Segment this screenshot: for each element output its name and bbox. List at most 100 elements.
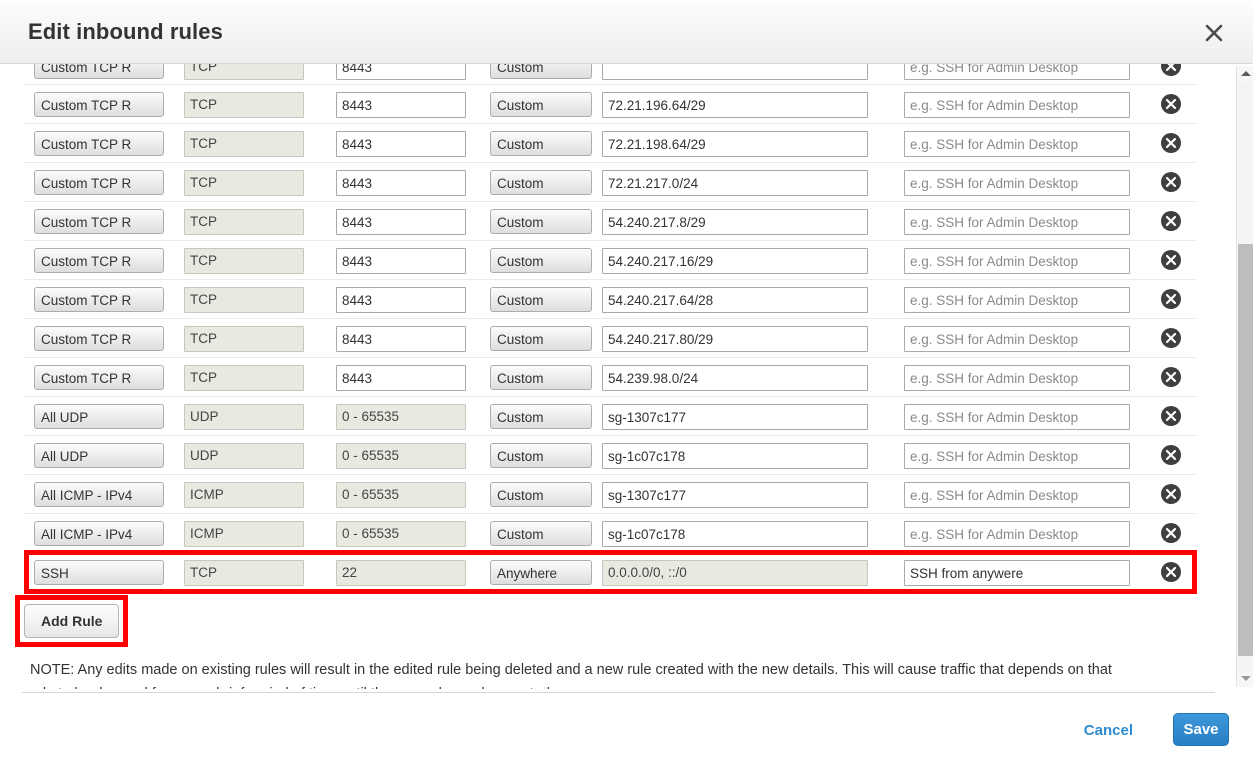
delete-circle-icon[interactable] <box>1160 288 1182 310</box>
chevron-up-icon[interactable] <box>1237 66 1253 82</box>
cidr-input-2[interactable] <box>602 170 868 196</box>
rule-type-cell: SSH <box>34 560 164 585</box>
description-input-2[interactable] <box>904 170 1130 196</box>
port-input-top[interactable] <box>336 64 466 80</box>
vertical-scrollbar[interactable] <box>1236 66 1253 687</box>
delete-circle-icon[interactable] <box>1160 405 1182 427</box>
source-select-2[interactable]: Custom <box>490 170 592 195</box>
source-select-9[interactable]: Custom <box>490 443 592 468</box>
port-input-4[interactable] <box>336 248 466 274</box>
port-range-cell <box>336 64 466 80</box>
scrollbar-thumb[interactable] <box>1238 244 1253 656</box>
description-input-top[interactable] <box>904 64 1130 80</box>
table-row: Custom TCP R TCP Custom <box>24 124 1196 163</box>
type-select-1[interactable]: Custom TCP R <box>34 131 164 156</box>
type-select-5[interactable]: Custom TCP R <box>34 287 164 312</box>
port-input-2[interactable] <box>336 170 466 196</box>
type-select-4-label: Custom TCP R <box>41 254 132 269</box>
cidr-input-5[interactable] <box>602 287 868 313</box>
delete-circle-icon[interactable] <box>1160 171 1182 193</box>
description-input-7[interactable] <box>904 365 1130 391</box>
close-icon[interactable] <box>1199 18 1229 48</box>
port-input-5[interactable] <box>336 287 466 313</box>
source-select-6[interactable]: Custom <box>490 326 592 351</box>
delete-circle-icon[interactable] <box>1160 483 1182 505</box>
source-select-10[interactable]: Custom <box>490 482 592 507</box>
delete-circle-icon[interactable] <box>1160 522 1182 544</box>
cidr-input-6[interactable] <box>602 326 868 352</box>
description-input-4[interactable] <box>904 248 1130 274</box>
type-select-9[interactable]: All UDP <box>34 443 164 468</box>
type-select-top[interactable]: Custom TCP R <box>34 64 164 79</box>
cidr-input-10[interactable] <box>602 482 868 508</box>
description-input-9[interactable] <box>904 443 1130 469</box>
source-select-11-label: Custom <box>497 527 544 542</box>
cidr-input-9[interactable] <box>602 443 868 469</box>
delete-circle-icon[interactable] <box>1160 210 1182 232</box>
source-select-3[interactable]: Custom <box>490 209 592 234</box>
protocol-cell: ICMP <box>184 521 304 547</box>
type-select-4[interactable]: Custom TCP R <box>34 248 164 273</box>
description-input-1[interactable] <box>904 131 1130 157</box>
type-select-10[interactable]: All ICMP - IPv4 <box>34 482 164 507</box>
description-input-8[interactable] <box>904 404 1130 430</box>
cidr-input-4[interactable] <box>602 248 868 274</box>
description-cell <box>904 404 1130 430</box>
port-input-3[interactable] <box>336 209 466 235</box>
description-input-ssh[interactable] <box>904 560 1130 586</box>
delete-circle-icon[interactable] <box>1160 249 1182 271</box>
port-range-cell <box>336 365 466 391</box>
type-select-7[interactable]: Custom TCP R <box>34 365 164 390</box>
cidr-input-11[interactable] <box>602 521 868 547</box>
type-select-3[interactable]: Custom TCP R <box>34 209 164 234</box>
delete-circle-icon[interactable] <box>1160 444 1182 466</box>
type-select-2[interactable]: Custom TCP R <box>34 170 164 195</box>
table-row: Custom TCP R TCP Custom <box>24 280 1196 319</box>
cidr-input-7[interactable] <box>602 365 868 391</box>
delete-circle-icon[interactable] <box>1160 366 1182 388</box>
port-input-1[interactable] <box>336 131 466 157</box>
source-select-5[interactable]: Custom <box>490 287 592 312</box>
description-input-0[interactable] <box>904 92 1130 118</box>
delete-circle-icon[interactable] <box>1160 132 1182 154</box>
source-select-7[interactable]: Custom <box>490 365 592 390</box>
description-input-6[interactable] <box>904 326 1130 352</box>
cidr-input-0[interactable] <box>602 92 868 118</box>
port-range-cell <box>336 326 466 352</box>
add-rule-button[interactable]: Add Rule <box>24 604 120 638</box>
cidr-input-1[interactable] <box>602 131 868 157</box>
delete-circle-icon[interactable] <box>1160 327 1182 349</box>
delete-circle-icon[interactable] <box>1160 561 1182 583</box>
description-input-3[interactable] <box>904 209 1130 235</box>
source-select-ssh[interactable]: Anywhere <box>490 560 592 585</box>
source-select-11[interactable]: Custom <box>490 521 592 546</box>
source-cell: Custom <box>490 131 592 156</box>
delete-circle-icon[interactable] <box>1160 64 1182 77</box>
cidr-input-8[interactable] <box>602 404 868 430</box>
chevron-down-icon[interactable] <box>1237 671 1253 687</box>
type-select-6[interactable]: Custom TCP R <box>34 326 164 351</box>
source-select-1[interactable]: Custom <box>490 131 592 156</box>
description-input-5[interactable] <box>904 287 1130 313</box>
type-select-8[interactable]: All UDP <box>34 404 164 429</box>
description-input-11[interactable] <box>904 521 1130 547</box>
type-select-0[interactable]: Custom TCP R <box>34 92 164 117</box>
type-select-11[interactable]: All ICMP - IPv4 <box>34 521 164 546</box>
delete-circle-icon[interactable] <box>1160 93 1182 115</box>
source-select-0[interactable]: Custom <box>490 92 592 117</box>
port-input-6[interactable] <box>336 326 466 352</box>
cidr-input-3[interactable] <box>602 209 868 235</box>
source-select-8[interactable]: Custom <box>490 404 592 429</box>
source-select-top[interactable]: Custom <box>490 64 592 79</box>
description-input-10[interactable] <box>904 482 1130 508</box>
cidr-input-top[interactable] <box>602 64 868 80</box>
source-select-5-label: Custom <box>497 293 544 308</box>
type-select-ssh[interactable]: SSH <box>34 560 164 585</box>
port-input-0[interactable] <box>336 92 466 118</box>
save-button[interactable]: Save <box>1173 713 1229 746</box>
protocol-field-5: TCP <box>184 287 304 313</box>
cancel-button[interactable]: Cancel <box>1084 722 1133 739</box>
port-input-7[interactable] <box>336 365 466 391</box>
source-select-4[interactable]: Custom <box>490 248 592 273</box>
rule-type-cell: All ICMP - IPv4 <box>34 521 164 546</box>
